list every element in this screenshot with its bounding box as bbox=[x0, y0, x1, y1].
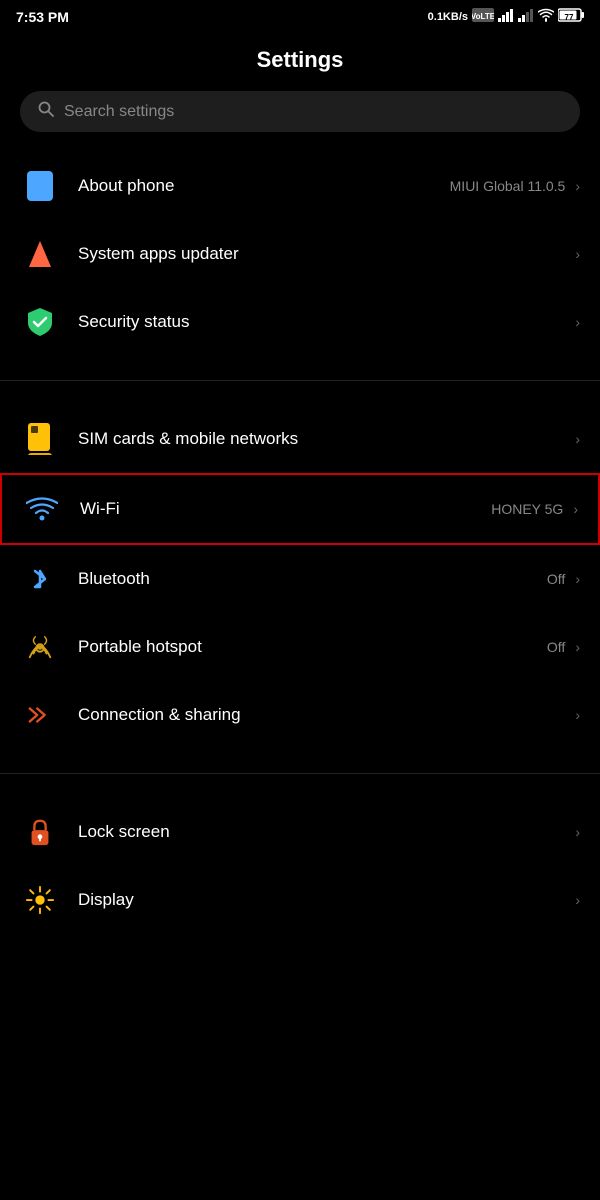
settings-item-system-apps-updater[interactable]: System apps updater › bbox=[0, 220, 600, 288]
settings-item-display[interactable]: Display › bbox=[0, 866, 600, 934]
display-label: Display bbox=[78, 890, 134, 910]
spacer-3 bbox=[0, 749, 600, 767]
bluetooth-label: Bluetooth bbox=[78, 569, 150, 589]
sim-cards-label: SIM cards & mobile networks bbox=[78, 429, 298, 449]
about-phone-label: About phone bbox=[78, 176, 174, 196]
lock-icon bbox=[20, 812, 60, 852]
connection-label: Connection & sharing bbox=[78, 705, 241, 725]
display-chevron: › bbox=[575, 892, 580, 908]
search-icon bbox=[38, 101, 54, 122]
hotspot-label: Portable hotspot bbox=[78, 637, 202, 657]
connection-icon bbox=[20, 695, 60, 735]
section-system: About phone MIUI Global 11.0.5 › System … bbox=[0, 152, 600, 356]
section-connectivity: SIM cards & mobile networks › Wi-Fi HONE… bbox=[0, 405, 600, 749]
phone-icon bbox=[20, 166, 60, 206]
about-phone-value: MIUI Global 11.0.5 bbox=[450, 178, 566, 194]
settings-item-about-phone[interactable]: About phone MIUI Global 11.0.5 › bbox=[0, 152, 600, 220]
about-phone-chevron: › bbox=[575, 178, 580, 194]
signal-bars-2 bbox=[518, 8, 534, 25]
settings-item-hotspot[interactable]: Portable hotspot Off › bbox=[0, 613, 600, 681]
spacer-2 bbox=[0, 387, 600, 405]
settings-item-sim-cards[interactable]: SIM cards & mobile networks › bbox=[0, 405, 600, 473]
wifi-value: HONEY 5G bbox=[491, 501, 563, 517]
svg-text:VoLTE: VoLTE bbox=[472, 12, 494, 21]
arrow-up-icon bbox=[20, 234, 60, 274]
search-placeholder: Search settings bbox=[64, 103, 174, 121]
shield-icon bbox=[20, 302, 60, 342]
connection-chevron: › bbox=[575, 707, 580, 723]
divider-2 bbox=[0, 773, 600, 774]
svg-text:77: 77 bbox=[565, 13, 574, 22]
hotspot-chevron: › bbox=[575, 639, 580, 655]
wifi-status-icon bbox=[538, 8, 554, 25]
status-icons: 0.1KB/s VoLTE bbox=[428, 8, 584, 25]
security-status-chevron: › bbox=[575, 314, 580, 330]
sim-cards-chevron: › bbox=[575, 431, 580, 447]
settings-item-bluetooth[interactable]: Bluetooth Off › bbox=[0, 545, 600, 613]
lock-screen-chevron: › bbox=[575, 824, 580, 840]
settings-item-lock-screen[interactable]: Lock screen › bbox=[0, 798, 600, 866]
system-apps-label: System apps updater bbox=[78, 244, 239, 264]
status-time: 7:53 PM bbox=[16, 9, 69, 25]
wifi-icon bbox=[22, 489, 62, 529]
wifi-chevron: › bbox=[573, 501, 578, 517]
sim-icon bbox=[20, 419, 60, 459]
display-icon bbox=[20, 880, 60, 920]
search-bar[interactable]: Search settings bbox=[20, 91, 580, 132]
lock-screen-label: Lock screen bbox=[78, 822, 170, 842]
signal-bars-1 bbox=[498, 8, 514, 25]
status-bar: 7:53 PM 0.1KB/s VoLTE bbox=[0, 0, 600, 33]
page-title: Settings bbox=[0, 33, 600, 91]
section-display: Lock screen › Display bbox=[0, 798, 600, 934]
hotspot-value: Off bbox=[547, 639, 565, 655]
divider-1 bbox=[0, 380, 600, 381]
hotspot-icon bbox=[20, 627, 60, 667]
network-type: VoLTE bbox=[472, 8, 494, 25]
bluetooth-chevron: › bbox=[575, 571, 580, 587]
settings-item-security-status[interactable]: Security status › bbox=[0, 288, 600, 356]
settings-item-wifi[interactable]: Wi-Fi HONEY 5G › bbox=[0, 473, 600, 545]
bluetooth-value: Off bbox=[547, 571, 565, 587]
spacer-4 bbox=[0, 780, 600, 798]
bluetooth-icon bbox=[20, 559, 60, 599]
settings-item-connection-sharing[interactable]: Connection & sharing › bbox=[0, 681, 600, 749]
data-speed: 0.1KB/s bbox=[428, 11, 468, 23]
spacer-1 bbox=[0, 356, 600, 374]
wifi-label: Wi-Fi bbox=[80, 499, 120, 519]
system-apps-chevron: › bbox=[575, 246, 580, 262]
security-status-label: Security status bbox=[78, 312, 190, 332]
battery-icon: 77 bbox=[558, 8, 584, 25]
